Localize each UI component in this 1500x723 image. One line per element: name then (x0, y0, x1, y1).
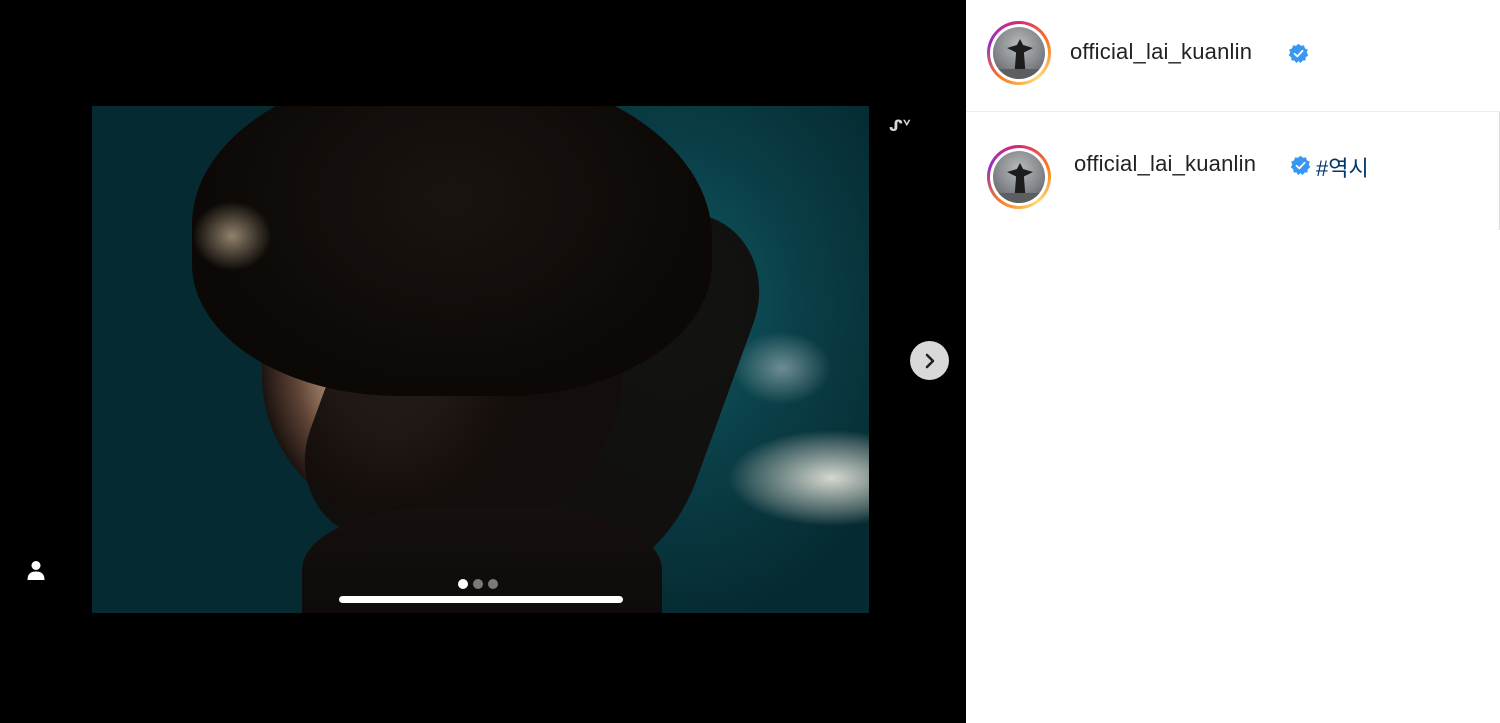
caption-username[interactable]: official_lai_kuanlin (1074, 151, 1256, 177)
caption-hashtag-link[interactable]: #역시 (1316, 151, 1369, 183)
carousel-dot-1 (458, 579, 468, 589)
post-photo (92, 106, 869, 613)
video-progress-bar[interactable] (339, 596, 623, 603)
verified-badge-icon (1290, 155, 1311, 176)
tagged-users-button[interactable] (22, 556, 50, 584)
next-slide-button[interactable] (910, 341, 949, 380)
caption-avatar[interactable] (987, 145, 1051, 209)
post-sidebar: official_lai_kuanlin official_lai_kuanli… (966, 0, 1500, 723)
profile-username[interactable]: official_lai_kuanlin (1070, 39, 1252, 65)
verified-badge-icon (1288, 43, 1309, 64)
carousel-dot-3 (488, 579, 498, 589)
person-icon (27, 561, 45, 580)
media-viewer: ᔑᘁ (0, 0, 966, 723)
post-header: official_lai_kuanlin (966, 0, 1500, 112)
chevron-right-icon (925, 353, 934, 368)
carousel-dot-2 (473, 579, 483, 589)
corner-mark: ᔑᘁ (889, 118, 911, 135)
carousel-indicator (458, 579, 498, 589)
profile-avatar[interactable] (987, 21, 1051, 85)
